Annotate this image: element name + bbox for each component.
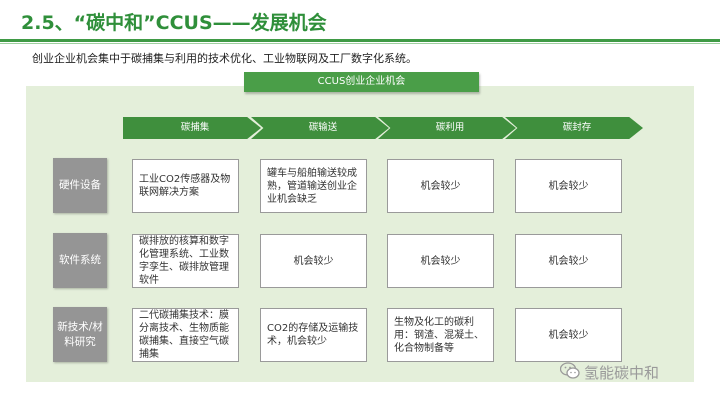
wechat-icon (560, 362, 580, 379)
stage-label: 碳封存 (562, 122, 592, 133)
stage-storage: 碳封存 (505, 117, 643, 139)
stage-label: 碳利用 (435, 122, 465, 133)
cell-software-storage: 机会较少 (515, 234, 622, 288)
panel-banner: CCUS创业企业机会 (244, 72, 479, 92)
cell-hardware-capture: 工业CO2传感器及物联网解决方案 (132, 159, 239, 213)
title-divider (0, 39, 720, 42)
cell-newtech-capture: 二代碳捕集技术：膜分离技术、生物质能碳捕集、直接空气碳捕集 (132, 308, 239, 362)
cell-software-utilization: 机会较少 (387, 234, 494, 288)
stage-label: 碳输送 (308, 122, 338, 133)
stage-label: 碳捕集 (180, 122, 210, 133)
stage-utilization: 碳利用 (378, 117, 516, 139)
cell-hardware-storage: 机会较少 (515, 159, 622, 213)
page-subtitle: 创业企业机会集中于碳捕集与利用的技术优化、工业物联网及工厂数字化系统。 (32, 52, 417, 65)
title-divider-thin (0, 43, 720, 44)
row-header-new-tech: 新技术/材料研究 (53, 307, 107, 362)
cell-hardware-utilization: 机会较少 (387, 159, 494, 213)
cell-hardware-transport: 罐车与船舶输送较成熟，管道输送创业企业机会缺乏 (260, 159, 367, 213)
cell-newtech-storage: 机会较少 (515, 308, 622, 362)
cell-software-capture: 碳排放的核算和数字化管理系统、工业数字孪生、碳排放管理软件 (132, 234, 239, 288)
row-header-hardware: 硬件设备 (53, 158, 107, 213)
stage-transport: 碳输送 (251, 117, 389, 139)
cell-software-transport: 机会较少 (260, 234, 367, 288)
row-header-software: 软件系统 (53, 233, 107, 288)
cell-newtech-utilization: 生物及化工的碳利用：钢渣、混凝土、化合物制备等 (387, 308, 494, 362)
cell-newtech-transport: CO2的存储及运输技术，机会较少 (260, 308, 367, 362)
page-title: 2.5、“碳中和”CCUS——发展机会 (21, 12, 327, 34)
stage-capture: 碳捕集 (123, 117, 261, 139)
watermark: 氢能碳中和 (584, 364, 660, 382)
